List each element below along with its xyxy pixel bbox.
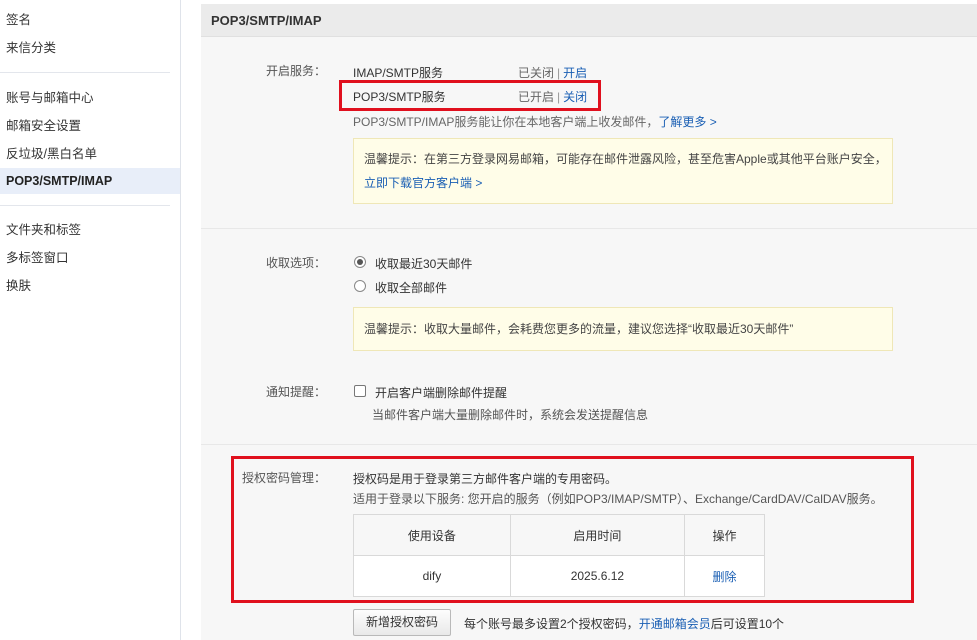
settings-sidebar: 签名 来信分类 账号与邮箱中心 邮箱安全设置 反垃圾/黑白名单 POP3/SMT… xyxy=(0,0,181,640)
fetch-all-label[interactable]: 收取全部邮件 xyxy=(375,279,447,296)
fetch-recent-radio[interactable] xyxy=(354,256,366,268)
auth-limit-suffix: 后可设置10个 xyxy=(710,617,785,631)
security-tip-text: 温馨提示：在第三方登录网易邮箱，可能存在邮件泄露风险，甚至危害Apple或其他平… xyxy=(364,152,887,166)
imap-enable-link[interactable]: 开启 xyxy=(563,66,587,80)
sidebar-item-mailbox-security[interactable]: 邮箱安全设置 xyxy=(0,113,180,139)
learn-more-link[interactable]: 了解更多 > xyxy=(658,115,716,129)
notify-label: 通知提醒： xyxy=(265,385,326,399)
section-divider xyxy=(201,444,977,445)
fetch-options-label: 收取选项： xyxy=(265,256,326,270)
sidebar-item-mail-categories[interactable]: 来信分类 xyxy=(0,35,180,61)
page-title: POP3/SMTP/IMAP xyxy=(201,4,977,37)
sidebar-item-signature[interactable]: 签名 xyxy=(0,7,180,33)
open-membership-link[interactable]: 开通邮箱会员 xyxy=(639,617,711,631)
pop3-highlight-box xyxy=(339,80,601,111)
imap-service-name: IMAP/SMTP服务 xyxy=(353,66,444,80)
delete-reminder-checkbox[interactable] xyxy=(354,385,366,397)
imap-service-status: 已关闭 xyxy=(518,66,555,80)
services-desc-text: POP3/SMTP/IMAP服务能让你在本地客户端上收发邮件， xyxy=(353,115,659,129)
section-divider xyxy=(201,228,977,229)
services-description: POP3/SMTP/IMAP服务能让你在本地客户端上收发邮件，了解更多 > xyxy=(353,113,717,130)
fetch-recent-label[interactable]: 收取最近30天邮件 xyxy=(375,255,472,272)
auth-limit-note: 每个账号最多设置2个授权密码，开通邮箱会员后可设置10个 xyxy=(464,615,784,632)
delete-reminder-label[interactable]: 开启客户端删除邮件提醒 xyxy=(375,384,507,401)
fetch-all-radio[interactable] xyxy=(354,280,366,292)
fetch-tip-text: 温馨提示：收取大量邮件，会耗费您更多的流量，建议您选择“收取最近30天邮件” xyxy=(364,322,794,336)
sidebar-item-skin[interactable]: 换肤 xyxy=(0,273,180,299)
auth-limit-text: 每个账号最多设置2个授权密码， xyxy=(464,617,639,631)
sidebar-item-pop3-smtp-imap[interactable]: POP3/SMTP/IMAP xyxy=(0,168,180,194)
fetch-tip-box: 温馨提示：收取大量邮件，会耗费您更多的流量，建议您选择“收取最近30天邮件” xyxy=(353,307,893,351)
sidebar-item-antispam[interactable]: 反垃圾/黑白名单 xyxy=(0,141,180,167)
imap-separator: | xyxy=(557,66,561,80)
sidebar-item-folders-labels[interactable]: 文件夹和标签 xyxy=(0,217,180,243)
security-tip-box: 温馨提示：在第三方登录网易邮箱，可能存在邮件泄露风险，甚至危害Apple或其他平… xyxy=(353,138,893,204)
add-auth-password-button[interactable]: 新增授权密码 xyxy=(353,609,451,636)
sidebar-item-multi-tab[interactable]: 多标签窗口 xyxy=(0,245,180,271)
sidebar-divider xyxy=(0,205,170,206)
sidebar-divider xyxy=(0,72,170,73)
download-client-link[interactable]: 立即下载官方客户端 > xyxy=(364,171,482,195)
services-label: 开启服务： xyxy=(265,64,326,78)
delete-reminder-description: 当邮件客户端大量删除邮件时，系统会发送提醒信息 xyxy=(372,408,649,422)
auth-section-highlight-box xyxy=(231,456,914,603)
sidebar-item-account-center[interactable]: 账号与邮箱中心 xyxy=(0,85,180,111)
imap-service-status-group: 已关闭 | 开启 xyxy=(518,64,587,81)
